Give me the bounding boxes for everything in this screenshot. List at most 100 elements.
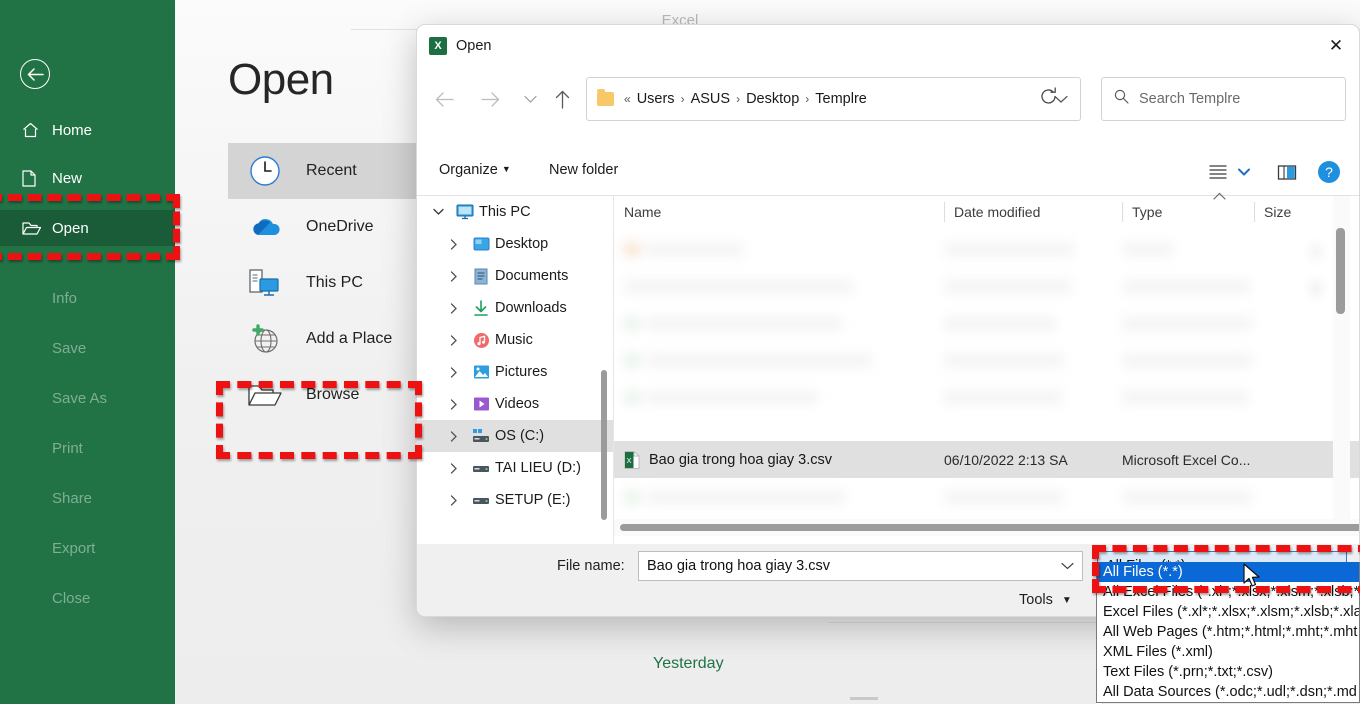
tree-item-label: TAI LIEU (D:) <box>495 460 581 476</box>
sidebar-item-open[interactable]: Open <box>0 210 175 246</box>
file-type-filter-dropdown: All Files (*.*) All Excel Files (*.xl*;*… <box>1096 562 1360 703</box>
downloads-icon <box>467 299 495 317</box>
table-row[interactable] <box>614 306 1359 343</box>
tree-item-label: OS (C:) <box>495 428 545 444</box>
chevron-right-icon[interactable] <box>441 302 467 314</box>
chevron-right-icon[interactable] <box>441 430 467 442</box>
chevron-down-icon[interactable] <box>425 208 451 216</box>
file-name-label: File name: <box>557 558 625 574</box>
tree-item-videos[interactable]: Videos <box>417 388 613 420</box>
tree-item-pictures[interactable]: Pictures <box>417 356 613 388</box>
onedrive-cloud-icon <box>244 206 286 248</box>
refresh-button[interactable] <box>1039 87 1058 111</box>
address-bar[interactable]: « Users › ASUS › Desktop › Templre <box>586 77 1081 121</box>
filter-option-all-excel-files[interactable]: All Excel Files (*.xl*;*.xlsx;*.xlsm;*.x… <box>1097 582 1359 602</box>
list-vertical-scrollbar-thumb[interactable] <box>1336 228 1345 314</box>
sidebar-item-label: Info <box>52 289 78 307</box>
view-options-button[interactable] <box>1204 158 1232 186</box>
chevron-right-icon[interactable] <box>441 366 467 378</box>
chevron-down-icon[interactable] <box>1061 559 1074 573</box>
column-header-date-modified[interactable]: Date modified <box>944 196 1122 228</box>
navigation-tree: This PC Desktop Documents Downloads Musi… <box>417 196 613 544</box>
file-name-input[interactable]: Bao gia trong hoa giay 3.csv <box>638 551 1083 581</box>
nav-back-button[interactable] <box>429 84 459 114</box>
help-icon: ? <box>1318 161 1340 183</box>
help-button[interactable]: ? <box>1315 158 1343 186</box>
tree-item-setup-e[interactable]: SETUP (E:) <box>417 484 613 516</box>
breadcrumb-item-asus[interactable]: ASUS <box>687 91 735 107</box>
search-icon <box>1114 89 1129 109</box>
chevron-right-icon[interactable] <box>441 398 467 410</box>
table-row[interactable] <box>614 480 1359 517</box>
list-horizontal-scrollbar-thumb[interactable] <box>620 524 1359 531</box>
view-options-caret[interactable] <box>1235 158 1253 186</box>
nav-recent-locations-button[interactable] <box>515 84 545 114</box>
tree-item-label: Videos <box>495 396 540 412</box>
videos-icon <box>467 396 495 412</box>
column-header-name[interactable]: Name <box>614 196 944 228</box>
breadcrumb-item-desktop[interactable]: Desktop <box>742 91 803 107</box>
column-header-size[interactable]: Size <box>1254 196 1334 228</box>
sidebar-item-export[interactable]: Export <box>0 530 175 566</box>
chevron-right-icon[interactable] <box>441 494 467 506</box>
dialog-titlebar: X Open <box>417 25 1359 67</box>
table-row[interactable] <box>614 343 1359 380</box>
breadcrumb-overflow[interactable]: « <box>622 92 633 106</box>
filter-option-all-files[interactable]: All Files (*.*) <box>1097 562 1359 582</box>
sidebar-item-label: Share <box>52 489 93 507</box>
tree-item-label: Pictures <box>495 364 548 380</box>
tools-button[interactable]: Tools ▼ <box>1019 592 1072 608</box>
sidebar-item-label: New <box>52 169 83 187</box>
nav-forward-button[interactable] <box>475 84 505 114</box>
dialog-close-button[interactable]: ✕ <box>1313 25 1359 67</box>
tree-item-os-c[interactable]: OS (C:) <box>417 420 613 452</box>
filter-option-all-data-sources[interactable]: All Data Sources (*.odc;*.udl;*.dsn;*.md <box>1097 682 1359 702</box>
filter-option-excel-files[interactable]: Excel Files (*.xl*;*.xlsx;*.xlsm;*.xlsb;… <box>1097 602 1359 622</box>
filter-option-xml-files[interactable]: XML Files (*.xml) <box>1097 642 1359 662</box>
sidebar-item-home[interactable]: Home <box>0 112 175 148</box>
screen: Home New Open Info Save Save As Print Sh… <box>0 0 1360 704</box>
tree-scrollbar-thumb[interactable] <box>601 370 607 520</box>
sidebar-item-print[interactable]: Print <box>0 430 175 466</box>
table-row[interactable] <box>614 380 1359 417</box>
tree-item-this-pc[interactable]: This PC <box>417 196 613 228</box>
table-row[interactable]: 2 <box>614 269 1359 306</box>
table-row[interactable]: X Bao gia trong hoa giay 3.csv 06/10/202… <box>614 441 1359 478</box>
tree-item-tai-lieu-d[interactable]: TAI LIEU (D:) <box>417 452 613 484</box>
organize-label: Organize <box>439 162 498 178</box>
breadcrumb-item-templre[interactable]: Templre <box>811 91 871 107</box>
filter-option-all-web-pages[interactable]: All Web Pages (*.htm;*.html;*.mht;*.mht <box>1097 622 1359 642</box>
close-icon: ✕ <box>1328 36 1344 55</box>
column-header-type[interactable]: Type <box>1122 196 1254 228</box>
tree-item-label: Desktop <box>495 236 549 252</box>
breadcrumb: « Users › ASUS › Desktop › Templre <box>622 91 871 107</box>
tree-item-desktop[interactable]: Desktop <box>417 228 613 260</box>
column-header-label: Name <box>624 204 662 220</box>
open-folder-icon <box>22 221 52 236</box>
filter-option-text-files[interactable]: Text Files (*.prn;*.txt;*.csv) <box>1097 662 1359 682</box>
sidebar-item-info[interactable]: Info <box>0 280 175 316</box>
tree-item-music[interactable]: Music <box>417 324 613 356</box>
chevron-right-icon[interactable] <box>441 462 467 474</box>
search-input[interactable]: Search Templre <box>1101 77 1346 121</box>
organize-button[interactable]: Organize ▼ <box>439 162 511 178</box>
sidebar-item-save[interactable]: Save <box>0 330 175 366</box>
tree-item-downloads[interactable]: Downloads <box>417 292 613 324</box>
sidebar-item-share[interactable]: Share <box>0 480 175 516</box>
table-row[interactable]: 1 <box>614 232 1359 269</box>
back-button[interactable] <box>20 59 50 89</box>
sidebar-item-save-as[interactable]: Save As <box>0 380 175 416</box>
place-label: Add a Place <box>306 330 393 347</box>
chevron-right-icon[interactable] <box>441 238 467 250</box>
sidebar-item-new[interactable]: New <box>0 160 175 196</box>
new-folder-button[interactable]: New folder <box>549 162 618 178</box>
preview-pane-button[interactable] <box>1273 158 1301 186</box>
chevron-right-icon[interactable] <box>441 334 467 346</box>
home-icon <box>22 122 52 138</box>
nav-up-button[interactable] <box>547 84 577 114</box>
chevron-right-icon[interactable] <box>441 270 467 282</box>
tree-item-documents[interactable]: Documents <box>417 260 613 292</box>
arrow-left-icon <box>27 67 44 81</box>
sidebar-item-close[interactable]: Close <box>0 580 175 616</box>
breadcrumb-item-users[interactable]: Users <box>633 91 679 107</box>
